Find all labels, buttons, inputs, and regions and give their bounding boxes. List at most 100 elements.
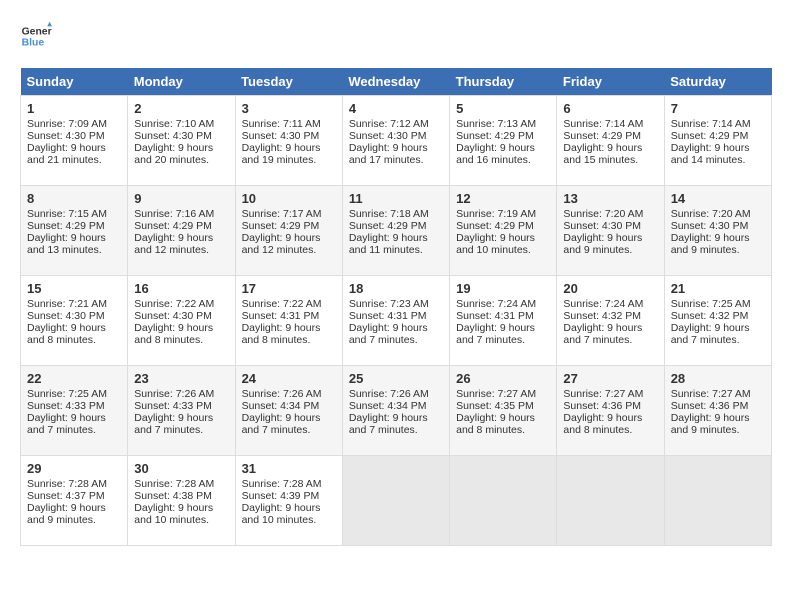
- sunrise-text: Sunrise: 7:25 AM: [671, 298, 751, 310]
- day-number: 10: [242, 191, 336, 206]
- sunset-text: Sunset: 4:29 PM: [456, 130, 534, 142]
- calendar-week-row: 8Sunrise: 7:15 AMSunset: 4:29 PMDaylight…: [21, 186, 772, 276]
- calendar-cell: 27Sunrise: 7:27 AMSunset: 4:36 PMDayligh…: [557, 366, 664, 456]
- calendar-cell: 26Sunrise: 7:27 AMSunset: 4:35 PMDayligh…: [450, 366, 557, 456]
- day-number: 23: [134, 371, 228, 386]
- day-number: 29: [27, 461, 121, 476]
- sunset-text: Sunset: 4:37 PM: [27, 490, 105, 502]
- calendar-cell: 4Sunrise: 7:12 AMSunset: 4:30 PMDaylight…: [342, 96, 449, 186]
- daylight-text: Daylight: 9 hours and 20 minutes.: [134, 142, 213, 166]
- column-header-saturday: Saturday: [664, 68, 771, 96]
- day-number: 30: [134, 461, 228, 476]
- day-number: 17: [242, 281, 336, 296]
- day-number: 16: [134, 281, 228, 296]
- calendar-cell: 2 Sunrise: 7:10 AMSunset: 4:30 PMDaylight…: [128, 96, 235, 186]
- sunset-text: Sunset: 4:34 PM: [349, 400, 427, 412]
- day-number: 31: [242, 461, 336, 476]
- column-header-monday: Monday: [128, 68, 235, 96]
- day-number: 21: [671, 281, 765, 296]
- day-number: 26: [456, 371, 550, 386]
- sunset-text: Sunset: 4:30 PM: [134, 130, 212, 142]
- day-number: 11: [349, 191, 443, 206]
- calendar-cell: 10 Sunrise: 7:17 AMSunset: 4:29 PMDayligh…: [235, 186, 342, 276]
- calendar-cell: 15Sunrise: 7:21 AMSunset: 4:30 PMDayligh…: [21, 276, 128, 366]
- day-number: 3: [242, 101, 336, 116]
- sunset-text: Sunset: 4:33 PM: [134, 400, 212, 412]
- daylight-text: Daylight: 9 hours and 16 minutes.: [456, 142, 535, 166]
- sunrise-text: Sunrise: 7:22 AM: [242, 298, 322, 310]
- sunset-text: Sunset: 4:29 PM: [349, 220, 427, 232]
- sunset-text: Sunset: 4:29 PM: [27, 220, 105, 232]
- calendar-cell: 9Sunrise: 7:16 AMSunset: 4:29 PMDaylight…: [128, 186, 235, 276]
- calendar-cell: 17Sunrise: 7:22 AMSunset: 4:31 PMDayligh…: [235, 276, 342, 366]
- column-header-wednesday: Wednesday: [342, 68, 449, 96]
- day-number: 4: [349, 101, 443, 116]
- daylight-text: Daylight: 9 hours and 11 minutes.: [349, 232, 428, 256]
- calendar-cell: 8 Sunrise: 7:15 AMSunset: 4:29 PMDaylight…: [21, 186, 128, 276]
- daylight-text: Daylight: 9 hours and 7 minutes.: [456, 322, 535, 346]
- calendar-cell: 24Sunrise: 7:26 AMSunset: 4:34 PMDayligh…: [235, 366, 342, 456]
- sunrise-text: Sunrise: 7:11 AM: [242, 118, 321, 130]
- sunset-text: Sunset: 4:32 PM: [671, 310, 749, 322]
- calendar-cell: 11Sunrise: 7:18 AMSunset: 4:29 PMDayligh…: [342, 186, 449, 276]
- calendar-cell: 31Sunrise: 7:28 AMSunset: 4:39 PMDayligh…: [235, 456, 342, 546]
- day-number: 25: [349, 371, 443, 386]
- day-number: 7: [671, 101, 765, 116]
- sunrise-text: Sunrise: 7:12 AM: [349, 118, 429, 130]
- sunset-text: Sunset: 4:35 PM: [456, 400, 534, 412]
- daylight-text: Daylight: 9 hours and 10 minutes.: [456, 232, 535, 256]
- sunrise-text: Sunrise: 7:14 AM: [563, 118, 643, 130]
- day-number: 14: [671, 191, 765, 206]
- sunrise-text: Sunrise: 7:28 AM: [27, 478, 107, 490]
- column-header-thursday: Thursday: [450, 68, 557, 96]
- day-number: 8: [27, 191, 121, 206]
- sunset-text: Sunset: 4:36 PM: [671, 400, 749, 412]
- svg-text:Blue: Blue: [22, 38, 45, 49]
- calendar-cell: [557, 456, 664, 546]
- sunset-text: Sunset: 4:31 PM: [349, 310, 427, 322]
- calendar-cell: 29Sunrise: 7:28 AMSunset: 4:37 PMDayligh…: [21, 456, 128, 546]
- sunrise-text: Sunrise: 7:28 AM: [242, 478, 322, 490]
- column-header-sunday: Sunday: [21, 68, 128, 96]
- sunset-text: Sunset: 4:34 PM: [242, 400, 320, 412]
- sunset-text: Sunset: 4:29 PM: [242, 220, 320, 232]
- sunrise-text: Sunrise: 7:20 AM: [671, 208, 751, 220]
- sunrise-text: Sunrise: 7:27 AM: [456, 388, 536, 400]
- sunrise-text: Sunrise: 7:27 AM: [563, 388, 643, 400]
- calendar-cell: 5Sunrise: 7:13 AMSunset: 4:29 PMDaylight…: [450, 96, 557, 186]
- sunset-text: Sunset: 4:30 PM: [27, 310, 105, 322]
- sunset-text: Sunset: 4:30 PM: [27, 130, 105, 142]
- sunrise-text: Sunrise: 7:17 AM: [242, 208, 322, 220]
- day-number: 18: [349, 281, 443, 296]
- daylight-text: Daylight: 9 hours and 12 minutes.: [134, 232, 213, 256]
- sunrise-text: Sunrise: 7:14 AM: [671, 118, 751, 130]
- sunrise-text: Sunrise: 7:26 AM: [134, 388, 214, 400]
- sunrise-text: Sunrise: 7:10 AM: [134, 118, 214, 130]
- daylight-text: Daylight: 9 hours and 13 minutes.: [27, 232, 106, 256]
- sunset-text: Sunset: 4:38 PM: [134, 490, 212, 502]
- daylight-text: Daylight: 9 hours and 8 minutes.: [134, 322, 213, 346]
- logo-icon: General Blue: [20, 20, 52, 52]
- day-number: 24: [242, 371, 336, 386]
- sunrise-text: Sunrise: 7:27 AM: [671, 388, 751, 400]
- svg-text:General: General: [22, 26, 52, 37]
- sunrise-text: Sunrise: 7:09 AM: [27, 118, 107, 130]
- sunset-text: Sunset: 4:31 PM: [456, 310, 534, 322]
- sunset-text: Sunset: 4:36 PM: [563, 400, 641, 412]
- daylight-text: Daylight: 9 hours and 8 minutes.: [563, 412, 642, 436]
- daylight-text: Daylight: 9 hours and 7 minutes.: [134, 412, 213, 436]
- day-number: 6: [563, 101, 657, 116]
- daylight-text: Daylight: 9 hours and 8 minutes.: [27, 322, 106, 346]
- calendar-cell: 28Sunrise: 7:27 AMSunset: 4:36 PMDayligh…: [664, 366, 771, 456]
- sunrise-text: Sunrise: 7:15 AM: [27, 208, 107, 220]
- logo: General Blue: [20, 20, 52, 52]
- daylight-text: Daylight: 9 hours and 12 minutes.: [242, 232, 321, 256]
- sunrise-text: Sunrise: 7:23 AM: [349, 298, 429, 310]
- daylight-text: Daylight: 9 hours and 19 minutes.: [242, 142, 321, 166]
- calendar-cell: 21Sunrise: 7:25 AMSunset: 4:32 PMDayligh…: [664, 276, 771, 366]
- column-header-tuesday: Tuesday: [235, 68, 342, 96]
- daylight-text: Daylight: 9 hours and 7 minutes.: [349, 412, 428, 436]
- sunset-text: Sunset: 4:29 PM: [563, 130, 641, 142]
- calendar-cell: 7Sunrise: 7:14 AMSunset: 4:29 PMDaylight…: [664, 96, 771, 186]
- day-number: 2: [134, 101, 228, 116]
